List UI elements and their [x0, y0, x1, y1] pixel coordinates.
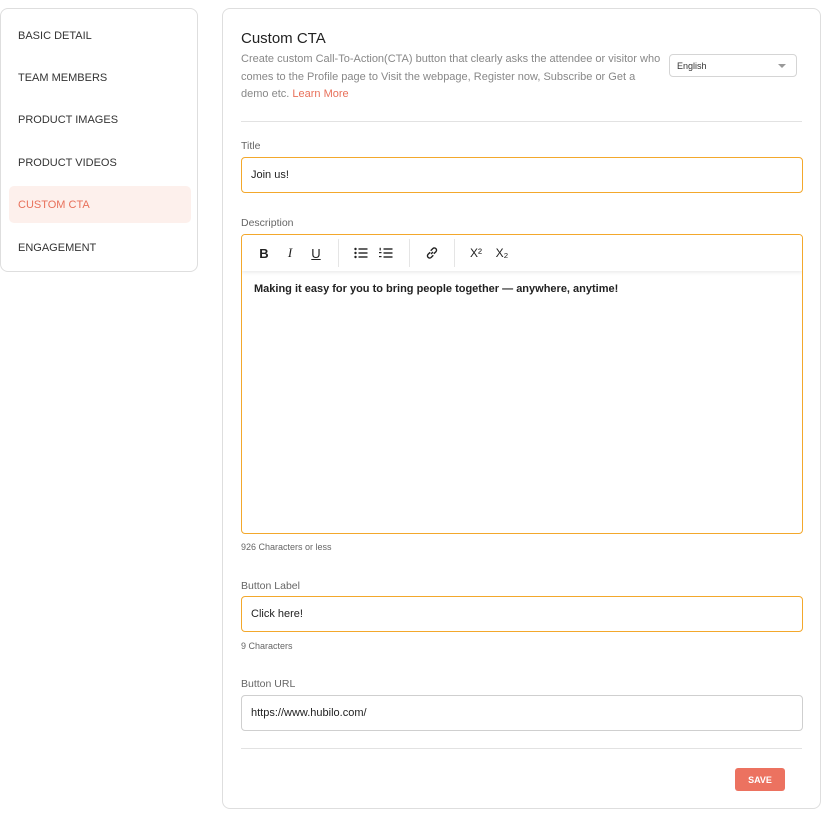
button-url-input[interactable]: [241, 695, 803, 731]
button-label-label: Button Label: [241, 580, 300, 592]
toolbar-separator: [409, 239, 410, 267]
sidebar-item-product-images[interactable]: PRODUCT IMAGES: [9, 101, 191, 138]
underline-button[interactable]: U: [306, 244, 326, 262]
editor-toolbar: B I U X² X₂: [242, 235, 802, 271]
button-url-label: Button URL: [241, 678, 296, 690]
bulleted-list-icon[interactable]: [351, 244, 371, 262]
sidebar-item-team-members[interactable]: TEAM MEMBERS: [9, 59, 191, 96]
toolbar-separator: [454, 239, 455, 267]
button-label-char-hint: 9 Characters: [241, 641, 293, 651]
page-description: Create custom Call-To-Action(CTA) button…: [241, 51, 661, 104]
superscript-button[interactable]: X²: [466, 244, 486, 262]
title-input[interactable]: [241, 157, 803, 193]
learn-more-link[interactable]: Learn More: [292, 88, 348, 100]
sidebar-item-product-videos[interactable]: PRODUCT VIDEOS: [9, 144, 191, 181]
header-divider: [241, 121, 802, 122]
description-label: Description: [241, 217, 294, 229]
sidebar: BASIC DETAIL TEAM MEMBERS PRODUCT IMAGES…: [0, 8, 198, 272]
language-select[interactable]: English: [669, 54, 797, 77]
chevron-down-icon: [778, 64, 786, 68]
button-label-input[interactable]: [241, 596, 803, 632]
title-label: Title: [241, 140, 261, 152]
footer-divider: [241, 748, 802, 749]
save-button[interactable]: SAVE: [735, 768, 785, 791]
subscript-button[interactable]: X₂: [492, 244, 512, 262]
sidebar-item-custom-cta[interactable]: CUSTOM CTA: [9, 186, 191, 223]
sidebar-item-basic-detail[interactable]: BASIC DETAIL: [9, 17, 191, 54]
description-char-hint: 926 Characters or less: [241, 542, 332, 552]
sidebar-item-engagement[interactable]: ENGAGEMENT: [9, 229, 191, 266]
description-text-content[interactable]: Making it easy for you to bring people t…: [254, 283, 790, 295]
page-title: Custom CTA: [241, 30, 326, 47]
bold-button[interactable]: B: [254, 244, 274, 262]
description-editor[interactable]: B I U X² X₂ Making it easy for you to br…: [241, 234, 803, 534]
toolbar-separator: [338, 239, 339, 267]
language-select-value: English: [677, 60, 707, 71]
numbered-list-icon[interactable]: [376, 244, 396, 262]
custom-cta-panel: Custom CTA Create custom Call-To-Action(…: [222, 8, 821, 809]
link-icon[interactable]: [422, 244, 442, 262]
italic-button[interactable]: I: [280, 244, 300, 262]
